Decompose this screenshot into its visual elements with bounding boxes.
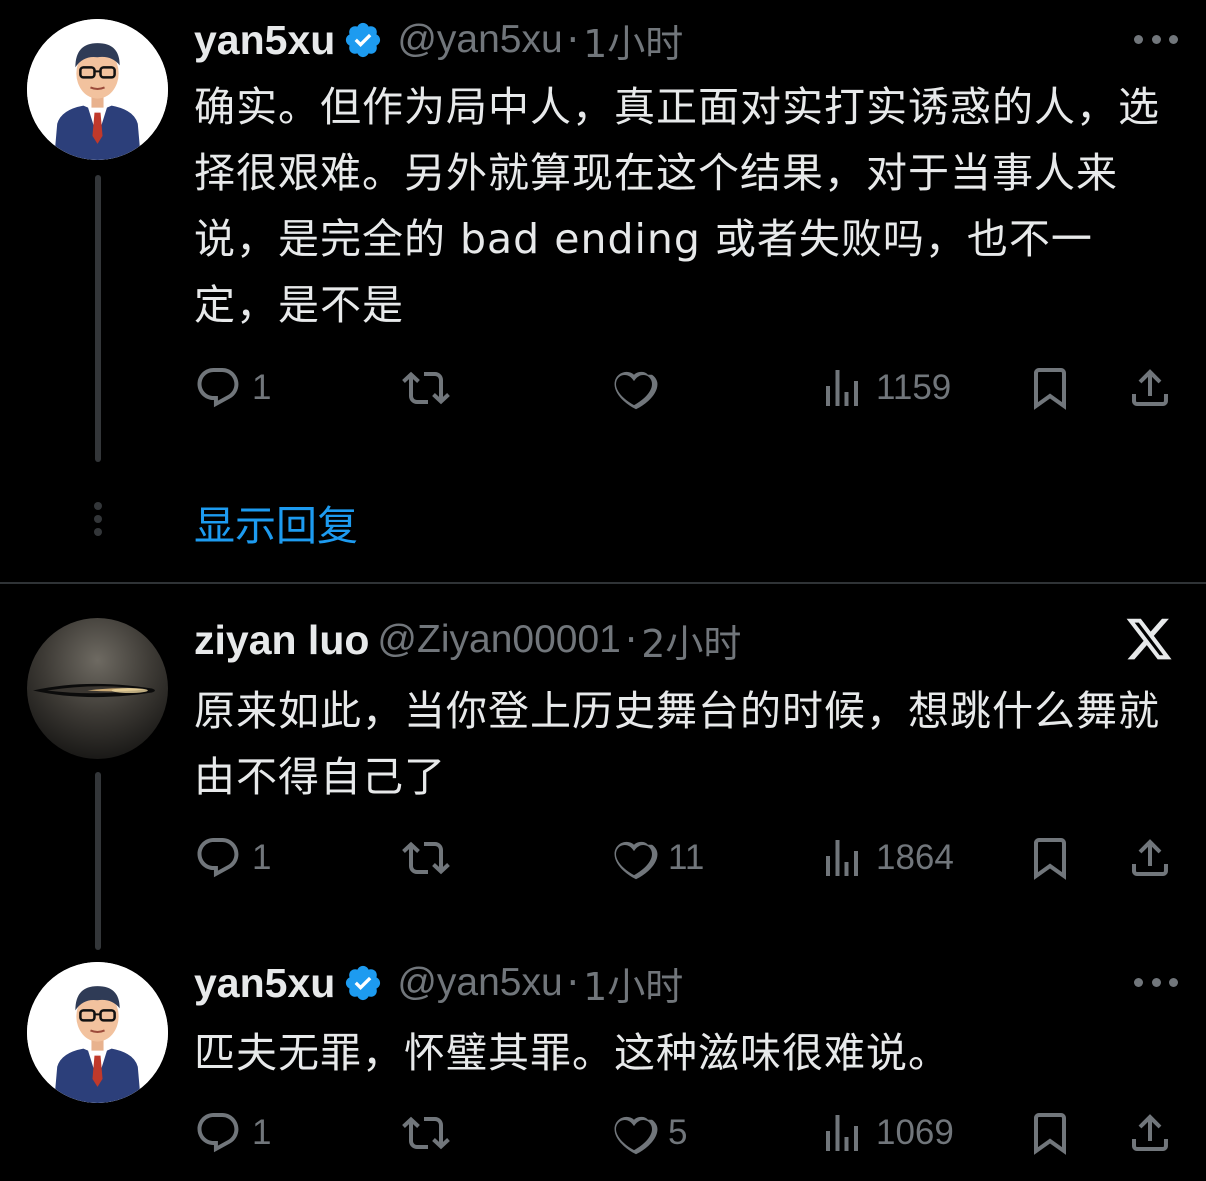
retweet-button[interactable] [402, 1107, 460, 1159]
avatar-image [27, 962, 168, 1103]
bookmark-button[interactable] [1026, 1107, 1074, 1159]
like-button[interactable] [610, 362, 668, 414]
tweet-actions: 1 5 1069 [194, 1107, 1174, 1159]
share-icon [1126, 834, 1174, 882]
like-button[interactable]: 11 [610, 832, 704, 884]
reply-button[interactable]: 1 [194, 1107, 271, 1159]
tweet-header: ziyan luo @Ziyan00001 · 2小时 [194, 613, 741, 668]
more-icon[interactable] [1134, 33, 1178, 45]
avatar[interactable] [27, 962, 168, 1103]
share-button[interactable] [1126, 832, 1174, 884]
reply-icon [194, 834, 242, 882]
views-count: 1864 [876, 838, 954, 877]
retweet-icon [402, 1109, 450, 1157]
timestamp[interactable]: 1小时 [583, 956, 683, 1011]
display-name[interactable]: ziyan luo [194, 617, 369, 664]
user-handle[interactable]: @Ziyan00001 [377, 618, 620, 662]
divider [0, 582, 1206, 584]
timestamp[interactable]: 2小时 [641, 613, 741, 668]
like-icon [610, 364, 658, 412]
views-button[interactable]: 1069 [818, 1107, 954, 1159]
reply-icon [194, 1109, 242, 1157]
thread-more-dots [92, 502, 104, 536]
share-icon [1126, 364, 1174, 412]
views-count: 1159 [876, 368, 952, 407]
verified-badge-icon [343, 963, 383, 1003]
separator-dot: · [566, 17, 580, 63]
tweet-actions: 1 11 1864 [194, 832, 1174, 884]
reply-button[interactable]: 1 [194, 362, 271, 414]
show-replies-link[interactable]: 显示回复 [194, 492, 358, 552]
like-count: 5 [668, 1113, 688, 1152]
bookmark-icon [1026, 364, 1074, 412]
more-icon[interactable] [1134, 976, 1178, 988]
tweet-text: 匹夫无罪，怀璧其罪。这种滋味很难说。 [194, 1029, 950, 1077]
views-icon [818, 1109, 866, 1157]
bookmark-button[interactable] [1026, 832, 1074, 884]
avatar[interactable] [27, 19, 168, 160]
retweet-icon [402, 834, 450, 882]
retweet-button[interactable] [402, 832, 460, 884]
retweet-button[interactable] [402, 362, 460, 414]
separator-dot: · [624, 617, 638, 663]
avatar-image [27, 618, 168, 759]
bookmark-icon [1026, 834, 1074, 882]
reply-count: 1 [252, 1113, 272, 1152]
tweet-text: 确实。但作为局中人，真正面对实打实诱惑的人，选择很艰难。另外就算现在这个结果，对… [194, 83, 1160, 329]
views-count: 1069 [876, 1113, 954, 1152]
like-icon [610, 834, 658, 882]
views-button[interactable]: 1864 [818, 832, 954, 884]
verified-badge-icon [343, 20, 383, 60]
retweet-icon [402, 364, 450, 412]
like-button[interactable]: 5 [610, 1107, 687, 1159]
like-count: 11 [668, 838, 705, 877]
thread-line [95, 772, 101, 950]
user-handle[interactable]: @yan5xu [397, 961, 562, 1005]
views-icon [818, 364, 866, 412]
tweet-header: yan5xu @yan5xu · 1小时 [194, 13, 683, 68]
reply-icon [194, 364, 242, 412]
user-handle[interactable]: @yan5xu [397, 18, 562, 62]
views-button[interactable]: 1159 [818, 362, 951, 414]
tweet-actions: 1 1159 [194, 362, 1174, 414]
tweet-text: 原来如此，当你登上历史舞台的时候，想跳什么舞就由不得自己了 [194, 687, 1160, 801]
share-button[interactable] [1126, 362, 1174, 414]
x-logo-icon[interactable] [1124, 614, 1174, 664]
display-name[interactable]: yan5xu [194, 960, 335, 1007]
avatar-image [27, 19, 168, 160]
separator-dot: · [566, 960, 580, 1006]
display-name[interactable]: yan5xu [194, 17, 335, 64]
thread-line [95, 175, 101, 462]
bookmark-icon [1026, 1109, 1074, 1157]
tweet-header: yan5xu @yan5xu · 1小时 [194, 956, 683, 1011]
timestamp[interactable]: 1小时 [583, 13, 683, 68]
reply-button[interactable]: 1 [194, 832, 271, 884]
share-button[interactable] [1126, 1107, 1174, 1159]
views-icon [818, 834, 866, 882]
reply-count: 1 [252, 368, 272, 407]
avatar[interactable] [27, 618, 168, 759]
reply-count: 1 [252, 838, 272, 877]
share-icon [1126, 1109, 1174, 1157]
bookmark-button[interactable] [1026, 362, 1074, 414]
like-icon [610, 1109, 658, 1157]
